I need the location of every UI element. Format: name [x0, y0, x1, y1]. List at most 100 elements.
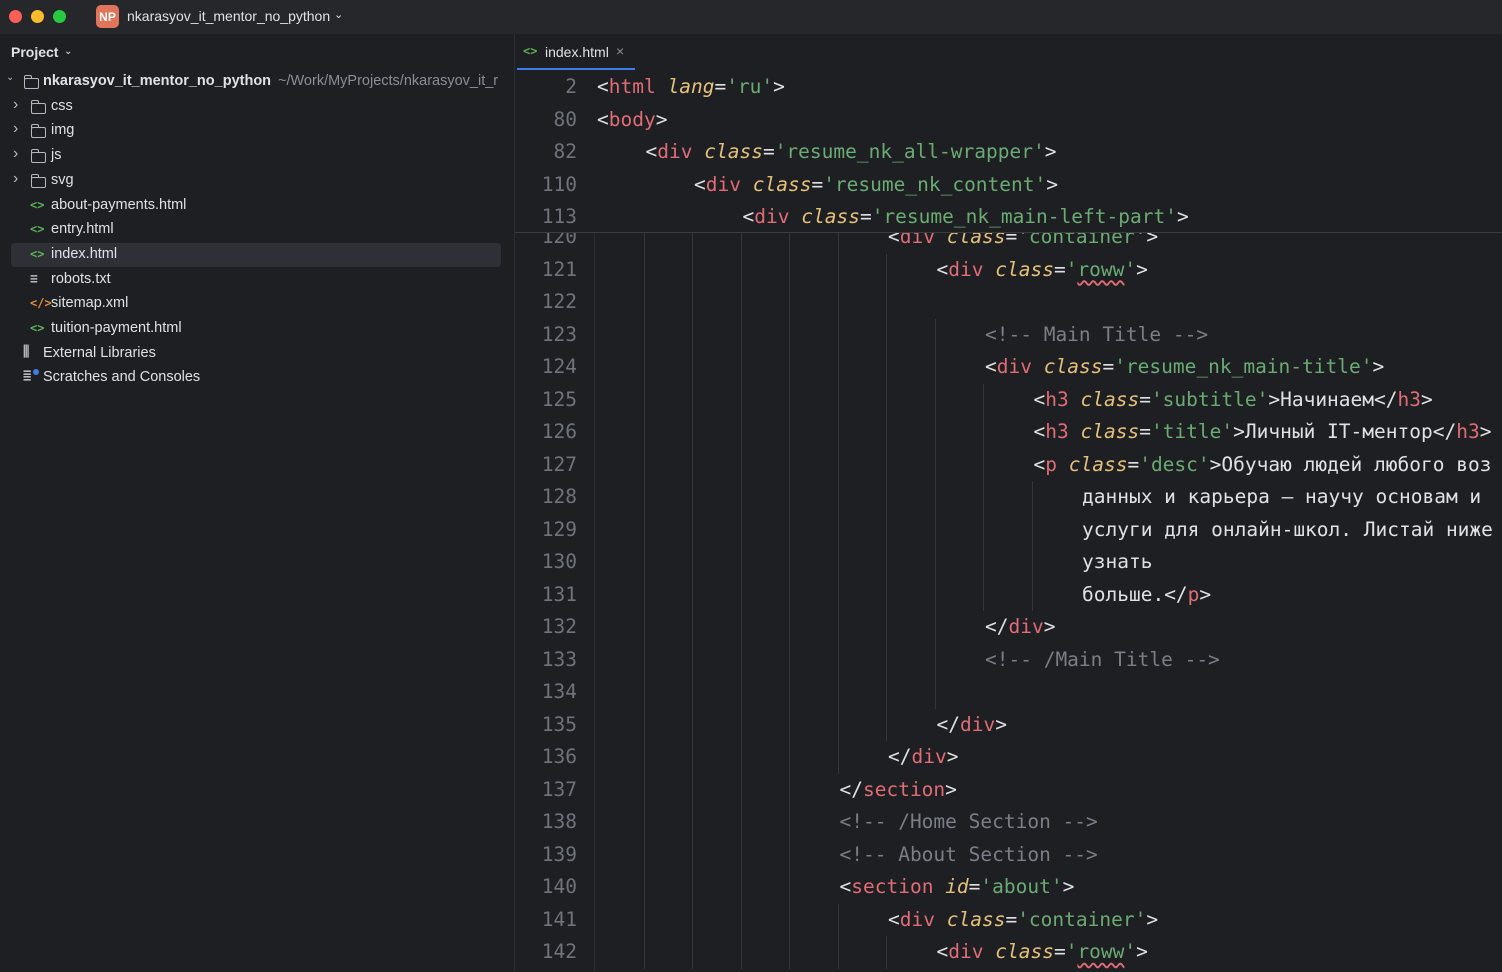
- code-line[interactable]: 110 <div class='resume_nk_content'>: [515, 169, 1502, 201]
- tree-item-about-payments-html[interactable]: <> about-payments.html: [0, 194, 514, 218]
- code-line[interactable]: 121 <div class='roww'>: [515, 254, 1502, 286]
- tree-item-tuition-payment-html[interactable]: <> tuition-payment.html: [0, 317, 514, 341]
- tree-external-libraries[interactable]: ⫼ External Libraries: [0, 342, 514, 366]
- chevron-down-icon[interactable]: ⌄: [334, 8, 343, 21]
- line-number[interactable]: 124: [515, 351, 577, 383]
- indent-guide: [837, 232, 839, 774]
- line-number[interactable]: 138: [515, 806, 577, 838]
- maximize-window-button[interactable]: [53, 10, 66, 23]
- line-number[interactable]: 110: [515, 169, 577, 201]
- code-token: <: [597, 107, 609, 131]
- code-token: </: [839, 777, 863, 801]
- code-text: <h3 class='subtitle'>Начинаем</h3>: [1034, 384, 1433, 416]
- tree-item-img[interactable]: › img: [0, 119, 514, 143]
- code-token: >: [1268, 387, 1281, 411]
- code-line[interactable]: 113 <div class='resume_nk_main-left-part'…: [515, 201, 1502, 233]
- code-line[interactable]: 125 <h3 class='subtitle'>Начинаем</h3>: [515, 384, 1502, 416]
- code-token: body: [608, 107, 656, 131]
- line-number[interactable]: 130: [515, 546, 577, 578]
- tree-item-index-html[interactable]: <> index.html: [0, 242, 514, 267]
- code-text: <div class='roww'>: [937, 936, 1148, 968]
- line-number[interactable]: 139: [515, 839, 577, 871]
- code-token: >: [945, 777, 957, 801]
- tree-item-js[interactable]: › js: [0, 144, 514, 168]
- tree-item-sitemap-xml[interactable]: </> sitemap.xml: [0, 292, 514, 316]
- line-number[interactable]: 129: [515, 514, 577, 546]
- minimize-window-button[interactable]: [31, 10, 44, 23]
- code-line[interactable]: 134: [515, 676, 1502, 708]
- code-line[interactable]: 127 <p class='desc'>Обучаю людей любого в…: [515, 449, 1502, 481]
- chevron-right-icon[interactable]: ›: [13, 120, 23, 138]
- chevron-right-icon[interactable]: ›: [13, 96, 23, 114]
- tree-item-css[interactable]: › css: [0, 95, 514, 119]
- indent-guide: [886, 253, 887, 741]
- code-token: =: [762, 140, 775, 163]
- line-number[interactable]: 136: [515, 741, 577, 773]
- indent-guide: [983, 383, 984, 611]
- code-token: услуги для онлайн-школ. Листай ниже: [1082, 517, 1493, 541]
- code-line[interactable]: 132 </div>: [515, 611, 1502, 643]
- code-token: p: [1045, 452, 1057, 476]
- close-icon[interactable]: ×: [616, 43, 624, 59]
- project-badge[interactable]: NP: [96, 5, 119, 28]
- line-number[interactable]: 137: [515, 774, 577, 806]
- line-number[interactable]: 127: [515, 449, 577, 481]
- code-line[interactable]: 124 <div class='resume_nk_main-title'>: [515, 351, 1502, 383]
- line-number[interactable]: 141: [515, 904, 577, 936]
- tab-index-html[interactable]: <> index.html ×: [517, 34, 635, 71]
- code-line[interactable]: 135 </div>: [515, 709, 1502, 741]
- line-number[interactable]: 135: [515, 709, 577, 741]
- chevron-right-icon[interactable]: ›: [13, 145, 23, 163]
- line-number[interactable]: 140: [515, 871, 577, 903]
- code-line[interactable]: 140 <section id='about'>: [515, 871, 1502, 903]
- code-line[interactable]: 139 <!-- About Section -->: [515, 839, 1502, 871]
- close-window-button[interactable]: [9, 10, 22, 23]
- code-line[interactable]: 141 <div class='container'>: [515, 904, 1502, 936]
- code-line[interactable]: 126 <h3 class='title'>Личный IT-ментор</h…: [515, 416, 1502, 448]
- tree-item-svg[interactable]: › svg: [0, 169, 514, 193]
- tree-item-entry-html[interactable]: <> entry.html: [0, 218, 514, 242]
- tree-item-robots-txt[interactable]: ≡ robots.txt: [0, 268, 514, 292]
- code-line[interactable]: 131 больше.</p>: [515, 579, 1502, 611]
- line-number[interactable]: 121: [515, 254, 577, 286]
- line-number[interactable]: 113: [515, 201, 577, 233]
- folder-icon: [30, 124, 46, 139]
- code-line[interactable]: 136 </div>: [515, 741, 1502, 773]
- line-number[interactable]: 123: [515, 319, 577, 351]
- line-number[interactable]: 122: [515, 286, 577, 318]
- line-number[interactable]: 125: [515, 384, 577, 416]
- code-line[interactable]: 128 данных и карьера – научу основам и: [515, 481, 1502, 513]
- code-line[interactable]: 142 <div class='roww'>: [515, 936, 1502, 968]
- chevron-down-icon[interactable]: ⌄: [64, 46, 72, 57]
- line-number[interactable]: 131: [515, 579, 577, 611]
- code-line[interactable]: 80 <body>: [515, 104, 1502, 136]
- chevron-right-icon[interactable]: ›: [13, 170, 23, 188]
- line-number[interactable]: 128: [515, 481, 577, 513]
- code-line[interactable]: 129 услуги для онлайн-школ. Листай ниже: [515, 514, 1502, 546]
- line-number[interactable]: 132: [515, 611, 577, 643]
- line-number[interactable]: 82: [515, 136, 577, 168]
- project-view-header[interactable]: Project: [11, 44, 58, 60]
- code-line[interactable]: 138 <!-- /Home Section -->: [515, 806, 1502, 838]
- line-number[interactable]: 133: [515, 644, 577, 676]
- code-line[interactable]: 123 <!-- Main Title -->: [515, 319, 1502, 351]
- code-text: услуги для онлайн-школ. Листай ниже: [1082, 514, 1493, 546]
- code-line[interactable]: 122: [515, 286, 1502, 318]
- line-number[interactable]: 142: [515, 936, 577, 968]
- line-number[interactable]: 2: [515, 71, 577, 103]
- line-number[interactable]: 80: [515, 104, 577, 136]
- code-line[interactable]: 2 <html lang='ru'>: [515, 71, 1502, 103]
- project-switcher[interactable]: nkarasyov_it_mentor_no_python: [127, 8, 330, 24]
- chevron-down-icon[interactable]: ⌄: [6, 72, 16, 83]
- tree-scratches-and-consoles[interactable]: ≣ Scratches and Consoles: [0, 366, 514, 390]
- indent-guide: [643, 232, 645, 969]
- sticky-scroll-header[interactable]: 2 <html lang='ru'> 80 <body> 82 <div class='r…: [515, 70, 1502, 233]
- line-number[interactable]: 134: [515, 676, 577, 708]
- line-number[interactable]: 126: [515, 416, 577, 448]
- code-line[interactable]: 82 <div class='resume_nk_all-wrapper'>: [515, 136, 1502, 168]
- code-line[interactable]: 130 узнать: [515, 546, 1502, 578]
- tree-root-row[interactable]: ⌄ nkarasyov_it_mentor_no_python ~/Work/MyP…: [0, 70, 514, 94]
- code-line[interactable]: 137 </section>: [515, 774, 1502, 806]
- code-editor[interactable]: 2 <html lang='ru'> 80 <body> 82 <div class='r…: [515, 70, 1502, 972]
- code-line[interactable]: 133 <!-- /Main Title -->: [515, 644, 1502, 676]
